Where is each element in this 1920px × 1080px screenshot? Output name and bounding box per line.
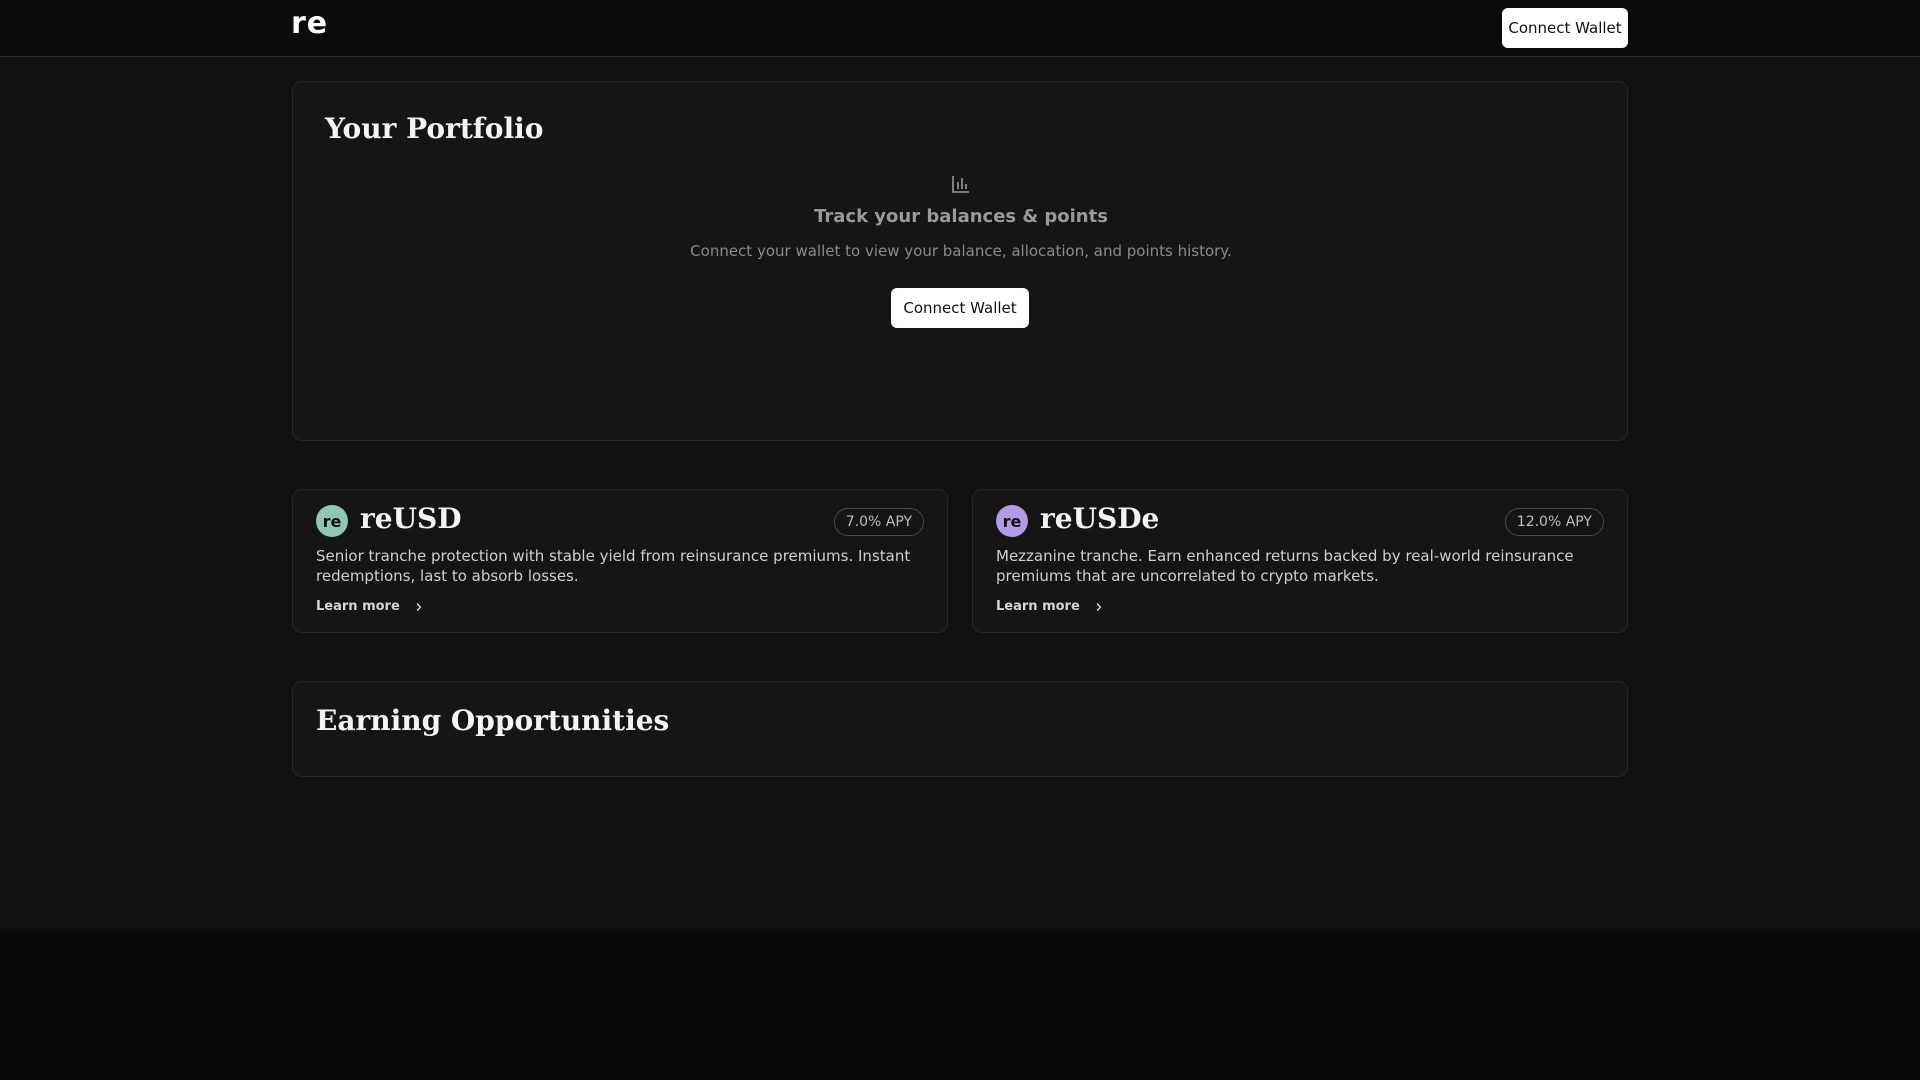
product-card-reusde: re reUSDe 12.0% APY Mezzanine tranche. E… — [972, 489, 1628, 633]
earning-opportunities-panel: Earning Opportunities — [292, 681, 1628, 777]
product-description: Senior tranche protection with stable yi… — [316, 547, 911, 585]
brand-logo[interactable]: re — [291, 6, 328, 41]
app-root: re Connect Wallet Your Portfolio Track y… — [0, 0, 1920, 929]
product-card-reusd: re reUSD 7.0% APY Senior tranche protect… — [292, 489, 948, 633]
header-connect-wallet-button[interactable]: Connect Wallet — [1502, 8, 1628, 48]
top-navigation-bar: re Connect Wallet — [0, 0, 1920, 57]
portfolio-empty-subtitle: Connect your wallet to view your balance… — [690, 242, 1232, 260]
portfolio-panel: Your Portfolio Track your balances & poi… — [292, 81, 1628, 441]
chevron-right-icon — [416, 602, 422, 611]
chevron-right-icon — [1096, 602, 1102, 611]
product-description: Mezzanine tranche. Earn enhanced returns… — [996, 547, 1574, 585]
product-name: reUSD — [360, 502, 462, 535]
bar-chart-icon — [952, 176, 969, 193]
portfolio-title: Your Portfolio — [325, 112, 544, 145]
learn-more-label: Learn more — [996, 599, 1080, 614]
learn-more-link[interactable]: Learn more — [316, 599, 424, 614]
apy-badge: 7.0% APY — [833, 508, 924, 536]
reusd-token-icon: re — [316, 505, 348, 537]
learn-more-label: Learn more — [316, 599, 400, 614]
reusde-token-icon: re — [996, 505, 1028, 537]
portfolio-empty-title: Track your balances & points — [814, 206, 1108, 227]
learn-more-link[interactable]: Learn more — [996, 599, 1104, 614]
product-name: reUSDe — [1040, 502, 1160, 535]
portfolio-connect-wallet-button[interactable]: Connect Wallet — [891, 288, 1029, 328]
apy-badge: 12.0% APY — [1504, 508, 1604, 536]
earning-opportunities-title: Earning Opportunities — [316, 704, 670, 737]
